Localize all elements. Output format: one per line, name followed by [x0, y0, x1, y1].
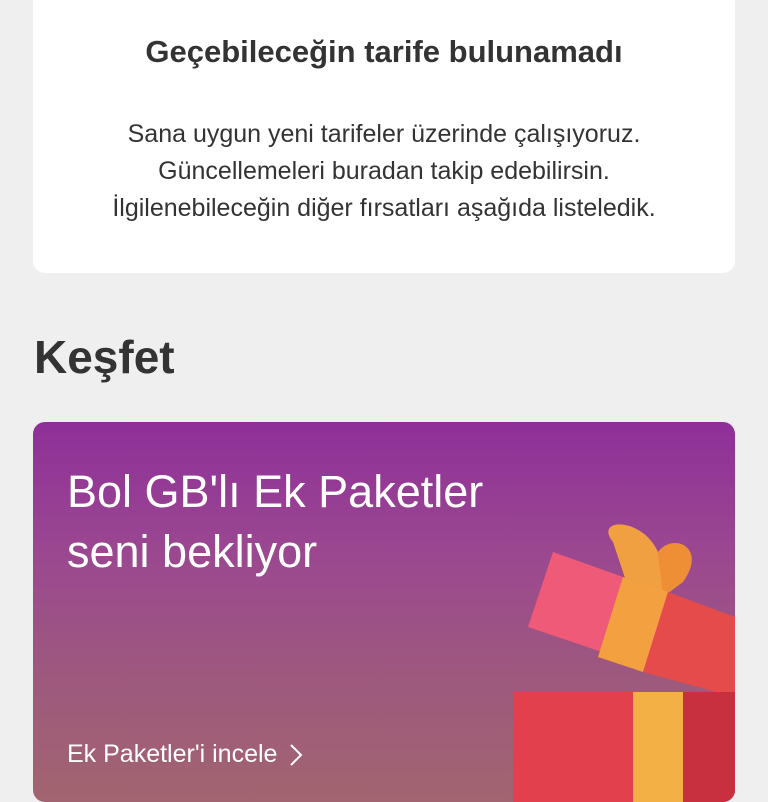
- discover-section-title: Keşfet: [34, 331, 175, 383]
- promo-title-line: Bol GB'lı Ek Paketler: [67, 466, 484, 517]
- info-card-body: Sana uygun yeni tarifeler üzerinde çalış…: [33, 116, 735, 227]
- info-card: Geçebileceğin tarife bulunamadı Sana uyg…: [33, 0, 735, 273]
- gift-box-icon: [513, 524, 735, 802]
- promo-link[interactable]: Ek Paketler'i incele: [67, 740, 303, 769]
- chevron-right-icon: [290, 743, 303, 766]
- promo-card-ek-paketler[interactable]: Bol GB'lı Ek Paketler seni bekliyor Ek P…: [33, 422, 735, 802]
- info-card-title: Geçebileceğin tarife bulunamadı: [145, 34, 623, 69]
- info-card-line: Güncellemeleri buradan takip edebilirsin…: [158, 157, 610, 185]
- info-card-line: Sana uygun yeni tarifeler üzerinde çalış…: [127, 120, 641, 148]
- promo-title: Bol GB'lı Ek Paketler seni bekliyor: [67, 462, 537, 582]
- promo-title-line: seni bekliyor: [67, 526, 318, 577]
- promo-link-label: Ek Paketler'i incele: [67, 740, 278, 768]
- info-card-line: İlgilenebileceğin diğer fırsatları aşağı…: [112, 194, 656, 222]
